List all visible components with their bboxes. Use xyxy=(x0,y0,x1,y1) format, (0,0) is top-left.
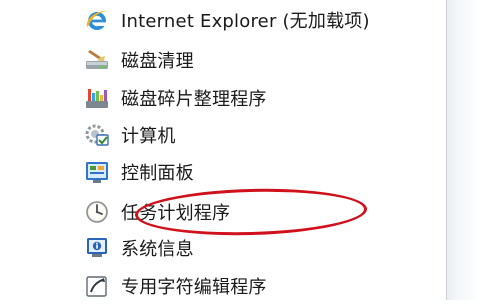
menu-item-label: 系统信息 xyxy=(121,239,194,260)
menu-scroll-gutter xyxy=(446,0,480,300)
menu-item-label: 磁盘清理 xyxy=(121,51,194,72)
menu-item-computer[interactable]: 计算机 xyxy=(75,117,445,153)
system-information-icon xyxy=(83,234,111,262)
private-character-editor-icon xyxy=(83,272,111,300)
menu-item-control-panel[interactable]: 控制面板 xyxy=(75,154,445,190)
menu-item-label: Internet Explorer (无加载项) xyxy=(121,11,370,32)
computer-icon xyxy=(83,121,111,149)
menu-item-disk-defragmenter[interactable]: 磁盘碎片整理程序 xyxy=(75,80,445,116)
internet-explorer-icon xyxy=(83,6,111,34)
control-panel-icon xyxy=(83,158,111,186)
task-scheduler-icon xyxy=(83,198,111,226)
menu-item-task-scheduler[interactable]: 任务计划程序 xyxy=(75,194,445,230)
menu-item-label: 计算机 xyxy=(121,126,176,147)
menu-item-internet-explorer[interactable]: Internet Explorer (无加载项) xyxy=(75,2,445,38)
menu-item-label: 专用字符编辑程序 xyxy=(121,277,267,298)
menu-item-label: 任务计划程序 xyxy=(121,203,231,224)
menu-item-label: 磁盘碎片整理程序 xyxy=(121,89,267,110)
menu-item-private-character-editor[interactable]: 专用字符编辑程序 xyxy=(75,268,445,304)
menu-item-system-information[interactable]: 系统信息 xyxy=(75,230,445,266)
start-menu-left-pane xyxy=(0,0,75,300)
system-tools-menu: Internet Explorer (无加载项) 磁盘清理 磁盘碎片整理程序 计… xyxy=(75,0,460,300)
menu-item-disk-cleanup[interactable]: 磁盘清理 xyxy=(75,42,445,78)
menu-item-label: 控制面板 xyxy=(121,163,194,184)
disk-defragmenter-icon xyxy=(83,84,111,112)
disk-cleanup-icon xyxy=(83,46,111,74)
